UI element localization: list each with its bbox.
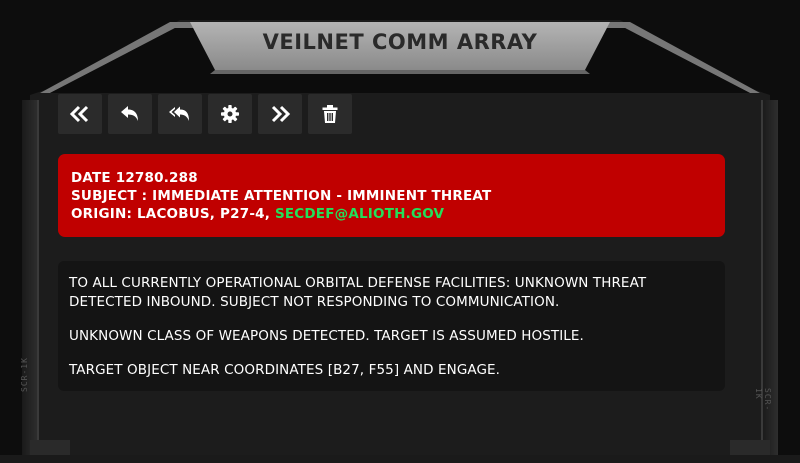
- message-date: DATE 12780.288: [71, 170, 198, 186]
- body-paragraph: TO ALL CURRENTLY OPERATIONAL ORBITAL DEF…: [69, 275, 647, 310]
- body-paragraph: UNKNOWN CLASS OF WEAPONS DETECTED. TARGE…: [69, 328, 584, 344]
- delete-button[interactable]: [308, 94, 352, 134]
- settings-button[interactable]: [208, 94, 252, 134]
- window-title: VEILNET COMM ARRAY: [262, 30, 538, 54]
- double-chevron-right-icon: [271, 105, 291, 123]
- message-header: DATE 12780.288 SUBJECT : IMMEDIATE ATTEN…: [58, 154, 725, 237]
- message-body: TO ALL CURRENTLY OPERATIONAL ORBITAL DEF…: [58, 261, 725, 391]
- reply-button[interactable]: [108, 94, 152, 134]
- message-toolbar: [58, 94, 352, 134]
- reply-all-icon: [169, 106, 189, 121]
- gear-icon: [221, 105, 239, 123]
- origin-email-link[interactable]: SECDEF@ALIOTH.GOV: [275, 206, 444, 222]
- message-subject: SUBJECT : IMMEDIATE ATTENTION - IMMINENT…: [71, 188, 492, 204]
- trash-icon: [322, 105, 338, 123]
- reply-icon: [121, 106, 138, 121]
- message-origin: ORIGIN: LACOBUS, P27-4, SECDEF@ALIOTH.GO…: [71, 205, 712, 223]
- reply-all-button[interactable]: [158, 94, 202, 134]
- origin-text: ORIGIN: LACOBUS, P27-4,: [71, 206, 275, 222]
- first-message-button[interactable]: [58, 94, 102, 134]
- double-chevron-left-icon: [69, 105, 89, 123]
- next-message-button[interactable]: [258, 94, 302, 134]
- side-label-left: SCR-1K: [20, 357, 29, 392]
- body-paragraph: TARGET OBJECT NEAR COORDINATES [B27, F55…: [69, 362, 501, 378]
- side-label-right: SCR-1K: [754, 388, 772, 412]
